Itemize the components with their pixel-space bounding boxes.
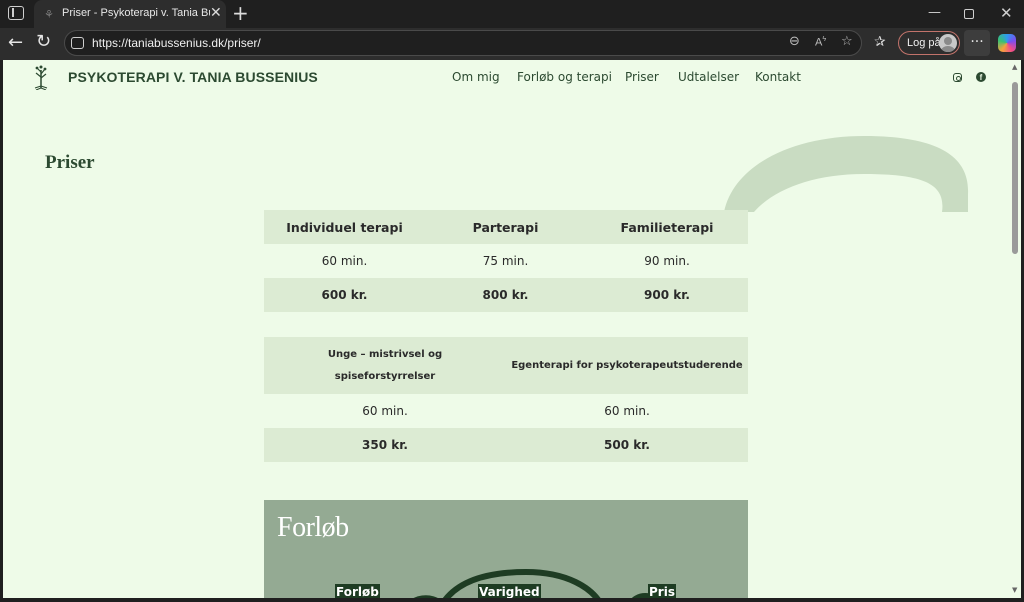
reload-icon[interactable]: ↻ bbox=[36, 31, 51, 52]
zoom-icon[interactable]: ⊖ bbox=[789, 34, 800, 49]
read-aloud-icon[interactable]: Aϟ bbox=[815, 36, 826, 49]
table-header-cell: Parterapi bbox=[472, 219, 539, 235]
nav-priser[interactable]: Priser bbox=[625, 70, 659, 84]
tree-logo-icon[interactable] bbox=[31, 64, 51, 90]
favorites-icon[interactable]: ✰ bbox=[874, 34, 886, 50]
browser-toolbar: ← ↻ https://taniabussenius.dk/priser/ ⊖ … bbox=[0, 28, 1024, 60]
duration-cell: 60 min. bbox=[264, 244, 425, 278]
table-header-cell: Egenterapi for psykoterapeutstuderende bbox=[511, 359, 743, 371]
window-close-icon[interactable]: ✕ bbox=[1000, 4, 1013, 22]
forloeb-title: Forløb bbox=[277, 512, 349, 543]
favorite-star-icon[interactable]: ☆ bbox=[841, 34, 853, 49]
duration-cell: 60 min. bbox=[264, 394, 506, 428]
table-row: 600 kr. 800 kr. 900 kr. bbox=[264, 278, 748, 312]
facebook-icon[interactable]: f bbox=[976, 72, 986, 82]
price-cell: 800 kr. bbox=[425, 278, 586, 312]
forloeb-section: Forløb Forløb Varighed Pris bbox=[264, 500, 748, 598]
duration-cell: 60 min. bbox=[506, 394, 748, 428]
price-table-special: Unge – mistrivsel og spiseforstyrrelser … bbox=[264, 337, 748, 462]
table-header-cell: Individuel terapi bbox=[286, 219, 403, 235]
window-minimize-icon[interactable]: — bbox=[928, 5, 941, 20]
scroll-down-icon[interactable]: ▼ bbox=[1012, 586, 1017, 594]
tab-close-icon[interactable]: ✕ bbox=[210, 5, 222, 21]
price-cell: 350 kr. bbox=[264, 428, 506, 462]
table-header-row: Unge – mistrivsel og spiseforstyrrelser … bbox=[264, 337, 748, 394]
browser-tab-active[interactable]: ⚘ Priser - Psykoterapi v. Tania Busseniu… bbox=[34, 0, 226, 28]
back-arrow-icon[interactable]: ← bbox=[8, 32, 23, 53]
duration-cell: 75 min. bbox=[425, 244, 586, 278]
price-table-main: Individuel terapi Parterapi Familieterap… bbox=[264, 210, 748, 312]
window-restore-icon[interactable] bbox=[964, 9, 974, 19]
sidebar-toggle-icon[interactable] bbox=[8, 6, 24, 20]
decorative-shape bbox=[724, 136, 969, 212]
profile-login-button[interactable]: Log på bbox=[898, 31, 960, 55]
tab-favicon-icon: ⚘ bbox=[44, 8, 54, 21]
page-scrollbar[interactable]: ▲ ▼ bbox=[1009, 60, 1021, 598]
forloeb-label: Forløb bbox=[335, 584, 380, 598]
scroll-up-icon[interactable]: ▲ bbox=[1012, 63, 1017, 71]
duration-cell: 90 min. bbox=[586, 244, 748, 278]
table-header-cell: Unge – mistrivsel og spiseforstyrrelser bbox=[327, 348, 443, 382]
nav-om-mig[interactable]: Om mig bbox=[452, 70, 500, 84]
login-label: Log på bbox=[907, 37, 941, 49]
nav-kontakt[interactable]: Kontakt bbox=[755, 70, 801, 84]
avatar bbox=[939, 34, 957, 52]
table-row: 60 min. 60 min. bbox=[264, 394, 748, 428]
browser-tabbar: ⚘ Priser - Psykoterapi v. Tania Busseniu… bbox=[0, 0, 1024, 28]
new-tab-icon[interactable]: + bbox=[232, 2, 249, 24]
table-header-row: Individuel terapi Parterapi Familieterap… bbox=[264, 210, 748, 244]
more-menu-icon[interactable]: ··· bbox=[964, 30, 990, 56]
page-title: Priser bbox=[45, 152, 95, 173]
table-row: 350 kr. 500 kr. bbox=[264, 428, 748, 462]
nav-forloeb-og-terapi[interactable]: Forløb og terapi bbox=[517, 70, 612, 84]
price-cell: 600 kr. bbox=[264, 278, 425, 312]
page-viewport: PSYKOTERAPI V. TANIA BUSSENIUS Om mig Fo… bbox=[3, 60, 1009, 598]
instagram-icon[interactable] bbox=[953, 73, 962, 82]
nav-udtalelser[interactable]: Udtalelser bbox=[678, 70, 739, 84]
site-info-icon[interactable] bbox=[71, 37, 84, 49]
price-cell: 900 kr. bbox=[586, 278, 748, 312]
window-frame bbox=[0, 598, 1024, 602]
address-url[interactable]: https://taniabussenius.dk/priser/ bbox=[92, 36, 261, 50]
site-title[interactable]: PSYKOTERAPI V. TANIA BUSSENIUS bbox=[68, 69, 318, 85]
scroll-thumb[interactable] bbox=[1012, 82, 1018, 254]
address-bar[interactable]: https://taniabussenius.dk/priser/ ⊖ Aϟ ☆ bbox=[64, 30, 862, 56]
table-row: 60 min. 75 min. 90 min. bbox=[264, 244, 748, 278]
copilot-icon[interactable] bbox=[998, 34, 1016, 52]
pris-label: Pris bbox=[648, 584, 676, 598]
table-header-cell: Familieterapi bbox=[620, 219, 714, 235]
tab-title: Priser - Psykoterapi v. Tania Bussenius bbox=[62, 7, 210, 19]
varighed-label: Varighed bbox=[478, 584, 541, 598]
price-cell: 500 kr. bbox=[506, 428, 748, 462]
